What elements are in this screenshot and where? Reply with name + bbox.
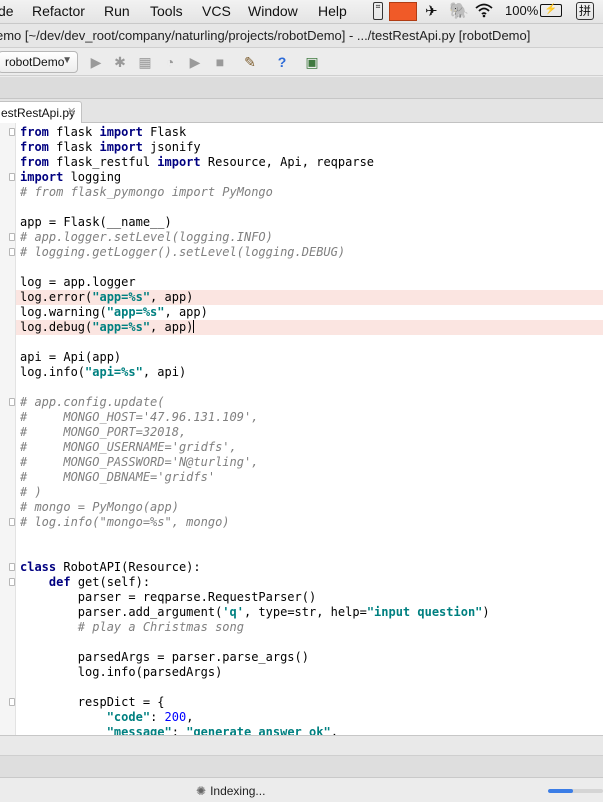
paw-icon[interactable]: ✈ — [425, 2, 438, 20]
code-line[interactable]: api = Api(app) — [16, 350, 603, 365]
menu-vcs[interactable]: VCS — [202, 3, 231, 19]
code-line[interactable]: # play a Christmas song — [16, 620, 603, 635]
code-line[interactable] — [16, 635, 603, 650]
code-line[interactable]: # app.logger.setLevel(logging.INFO) — [16, 230, 603, 245]
code-line[interactable]: parsedArgs = parser.parse_args() — [16, 650, 603, 665]
indexing-progress-bar — [548, 789, 603, 793]
code-line[interactable] — [16, 545, 603, 560]
editor-gutter — [0, 123, 16, 735]
indexing-progress-fill — [548, 789, 573, 793]
code-line[interactable] — [16, 260, 603, 275]
menu-tools[interactable]: Tools — [150, 3, 183, 19]
chevron-down-icon: ▼ — [62, 55, 72, 66]
profile-icon[interactable]: ◔ — [160, 52, 180, 72]
battery-percent: 100% — [505, 3, 539, 18]
code-line[interactable] — [16, 680, 603, 695]
code-line[interactable]: respDict = { — [16, 695, 603, 710]
code-line[interactable]: from flask import jsonify — [16, 140, 603, 155]
help-icon[interactable]: ? — [272, 52, 292, 72]
tool-window-strip — [0, 755, 603, 777]
code-line[interactable]: "code": 200, — [16, 710, 603, 725]
code-line[interactable] — [16, 530, 603, 545]
code-editor[interactable]: from flask import Flask from flask import… — [0, 123, 603, 735]
fold-marker-icon[interactable] — [9, 698, 15, 706]
editor-tab-bar: estRestApi.py ✕ — [0, 99, 603, 123]
code-line[interactable] — [16, 380, 603, 395]
spinner-icon: ✺ — [196, 784, 207, 798]
code-line[interactable]: # MONGO_PORT=32018, — [16, 425, 603, 440]
tab-testrestapi[interactable]: estRestApi.py ✕ — [0, 101, 82, 123]
code-line[interactable]: app = Flask(__name__) — [16, 215, 603, 230]
input-source-icon[interactable]: ⌗ — [373, 2, 383, 20]
run-configuration-label: robotDemo — [5, 55, 65, 69]
code-line[interactable]: log.debug("app=%s", app) — [16, 320, 603, 335]
code-line[interactable]: log.warning("app=%s", app) — [16, 305, 603, 320]
tab-label: estRestApi.py — [1, 106, 76, 120]
battery-icon[interactable]: ⚡ — [540, 4, 562, 17]
window-title: emo [~/dev/dev_root/company/naturling/pr… — [0, 28, 531, 43]
code-line[interactable]: # ) — [16, 485, 603, 500]
fold-marker-icon[interactable] — [9, 173, 15, 181]
code-line[interactable]: parser = reqparse.RequestParser() — [16, 590, 603, 605]
concurrency-icon[interactable]: ▶ — [185, 52, 205, 72]
navigation-bar — [0, 77, 603, 99]
record-indicator-icon[interactable] — [389, 2, 417, 21]
status-bar: ✺ Indexing... — [0, 777, 603, 802]
wifi-icon[interactable] — [474, 2, 494, 21]
toolbar: robotDemo ▼ ▶ ✱ ▦ ◔ ▶ ■ ✎ ? ▣ — [0, 48, 603, 76]
menu-ide[interactable]: de — [0, 3, 14, 19]
code-line[interactable] — [16, 335, 603, 350]
code-line[interactable]: "message": "generate answer ok", — [16, 725, 603, 735]
code-line[interactable]: # app.config.update( — [16, 395, 603, 410]
fold-marker-icon[interactable] — [9, 248, 15, 256]
menu-refactor[interactable]: Refactor — [32, 3, 85, 19]
code-line[interactable]: # from flask_pymongo import PyMongo — [16, 185, 603, 200]
debug-icon[interactable]: ✱ — [110, 52, 130, 72]
fold-marker-icon[interactable] — [9, 578, 15, 586]
code-line[interactable]: # MONGO_USERNAME='gridfs', — [16, 440, 603, 455]
menu-window[interactable]: Window — [248, 3, 298, 19]
code-line[interactable]: # MONGO_DBNAME='gridfs' — [16, 470, 603, 485]
code-line[interactable]: # log.info("mongo=%s", mongo) — [16, 515, 603, 530]
menu-bar: de Refactor Run Tools VCS Window Help ⌗ … — [0, 0, 603, 24]
tool-window-area — [0, 735, 603, 755]
code-line[interactable]: parser.add_argument('q', type=str, help=… — [16, 605, 603, 620]
code-line[interactable] — [16, 200, 603, 215]
menu-help[interactable]: Help — [318, 3, 347, 19]
window-title-bar: emo [~/dev/dev_root/company/naturling/pr… — [0, 24, 603, 48]
code-line[interactable]: # mongo = PyMongo(app) — [16, 500, 603, 515]
fold-marker-icon[interactable] — [9, 563, 15, 571]
indexing-status[interactable]: ✺ Indexing... — [196, 784, 265, 798]
fold-marker-icon[interactable] — [9, 518, 15, 526]
wrench-icon[interactable]: ✎ — [240, 52, 260, 72]
code-line[interactable]: # MONGO_PASSWORD='N@turling', — [16, 455, 603, 470]
code-line[interactable]: def get(self): — [16, 575, 603, 590]
menu-run[interactable]: Run — [104, 3, 130, 19]
code-line[interactable]: # MONGO_HOST='47.96.131.109', — [16, 410, 603, 425]
code-line[interactable]: log = app.logger — [16, 275, 603, 290]
coverage-icon[interactable]: ▦ — [135, 52, 155, 72]
run-configuration-dropdown[interactable]: robotDemo ▼ — [0, 51, 78, 73]
code-line[interactable]: log.info(parsedArgs) — [16, 665, 603, 680]
fold-marker-icon[interactable] — [9, 233, 15, 241]
python-console-icon[interactable]: ▣ — [302, 52, 322, 72]
code-line[interactable]: import logging — [16, 170, 603, 185]
fold-marker-icon[interactable] — [9, 398, 15, 406]
stop-icon[interactable]: ■ — [210, 52, 230, 72]
code-line[interactable]: class RobotAPI(Resource): — [16, 560, 603, 575]
code-line[interactable]: from flask_restful import Resource, Api,… — [16, 155, 603, 170]
code-line[interactable]: log.info("api=%s", api) — [16, 365, 603, 380]
close-icon[interactable]: ✕ — [67, 105, 76, 118]
code-line[interactable]: log.error("app=%s", app) — [16, 290, 603, 305]
code-line[interactable]: # logging.getLogger().setLevel(logging.D… — [16, 245, 603, 260]
fold-marker-icon[interactable] — [9, 128, 15, 136]
evernote-icon[interactable]: 🐘 — [449, 1, 469, 21]
indexing-label: Indexing... — [210, 784, 266, 798]
input-method-icon[interactable]: 拼 — [576, 2, 594, 20]
code-line[interactable]: from flask import Flask — [16, 125, 603, 140]
run-icon[interactable]: ▶ — [86, 52, 106, 72]
